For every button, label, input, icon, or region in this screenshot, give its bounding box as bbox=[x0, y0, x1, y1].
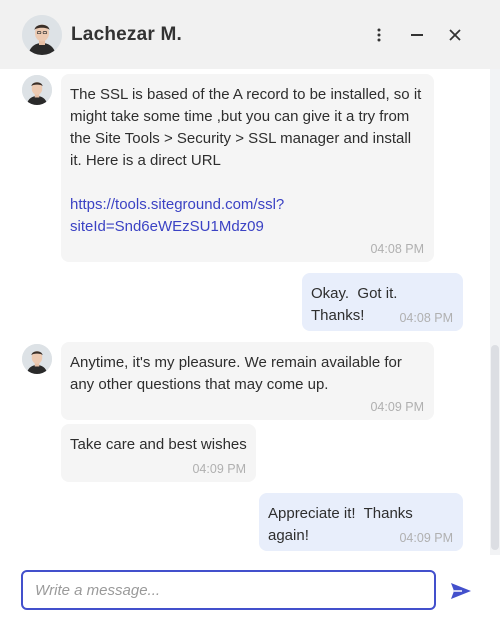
close-icon bbox=[449, 28, 461, 41]
agent-name: Lachezar M. bbox=[71, 23, 182, 45]
link-line-2: siteId=Snd6eWEzSU1Mdz09 bbox=[70, 218, 264, 235]
agent-message: The SSL is based of the A record to be i… bbox=[61, 74, 434, 262]
message-time: 04:08 PM bbox=[370, 242, 424, 256]
chat-header: Lachezar M. bbox=[0, 0, 500, 69]
message-time: 04:09 PM bbox=[399, 531, 453, 545]
message-text: Anytime, it's my pleasure. We remain ava… bbox=[70, 354, 407, 393]
message-input[interactable] bbox=[23, 572, 434, 608]
scrollbar-thumb[interactable] bbox=[491, 345, 499, 550]
agent-message: Take care and best wishes 04:09 PM bbox=[61, 424, 256, 482]
minimize-button[interactable] bbox=[398, 16, 436, 54]
message-text: The SSL is based of the A record to be i… bbox=[70, 86, 426, 169]
agent-avatar bbox=[22, 344, 52, 374]
message-link[interactable]: https://tools.siteground.com/ssl? siteId… bbox=[70, 196, 284, 235]
message-time: 04:08 PM bbox=[399, 311, 453, 325]
minimize-icon bbox=[411, 33, 423, 36]
more-options-button[interactable] bbox=[360, 16, 398, 54]
close-button[interactable] bbox=[436, 16, 474, 54]
message-list[interactable]: The SSL is based of the A record to be i… bbox=[0, 69, 490, 555]
message-composer bbox=[21, 570, 436, 610]
user-message: Appreciate it! Thanks again! 04:09 PM bbox=[259, 493, 463, 551]
message-time: 04:09 PM bbox=[192, 462, 246, 476]
agent-avatar bbox=[22, 75, 52, 105]
user-message: Okay. Got it. Thanks! 04:08 PM bbox=[302, 273, 463, 331]
send-icon bbox=[451, 583, 471, 599]
header-actions bbox=[360, 16, 474, 54]
send-button[interactable] bbox=[447, 578, 475, 604]
agent-avatar bbox=[22, 14, 62, 55]
message-time: 04:09 PM bbox=[370, 400, 424, 414]
message-text: Take care and best wishes bbox=[70, 436, 247, 453]
agent-message: Anytime, it's my pleasure. We remain ava… bbox=[61, 342, 434, 420]
link-line-1: https://tools.siteground.com/ssl? bbox=[70, 196, 285, 213]
more-vertical-icon bbox=[377, 28, 381, 41]
